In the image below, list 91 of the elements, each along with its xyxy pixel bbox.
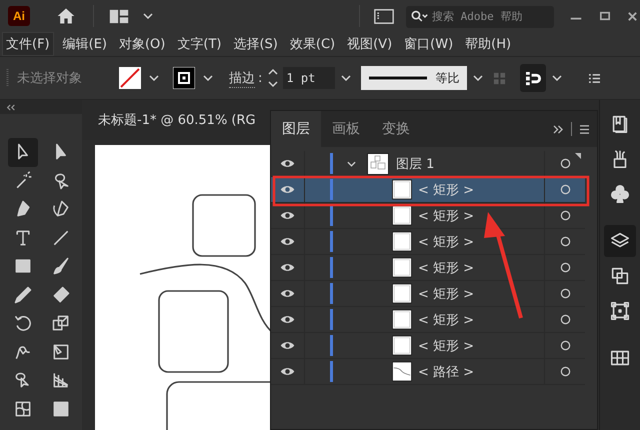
stroke-label-colon: :: [258, 70, 262, 86]
eraser-icon: [51, 284, 71, 305]
chevron-down-icon[interactable]: [143, 13, 153, 19]
chevron-down-icon[interactable]: [149, 75, 159, 81]
eye-icon[interactable]: [280, 211, 295, 220]
menu-icon[interactable]: [579, 124, 590, 134]
home-icon[interactable]: [55, 6, 77, 26]
layer-row[interactable]: < 矩形 >: [271, 177, 585, 203]
layer-row[interactable]: < 矩形 >: [271, 281, 585, 307]
path-thumbnail: [392, 361, 412, 382]
eye-icon[interactable]: [280, 185, 295, 194]
spinner-arrows-icon[interactable]: [267, 66, 280, 90]
rectangle-thumbnail: [392, 309, 412, 330]
target-circle-icon[interactable]: [560, 158, 570, 169]
paintbrush-icon: [51, 256, 71, 276]
rectangle-thumbnail: [392, 257, 412, 278]
maximize-icon[interactable]: [598, 11, 612, 21]
fill-swatch-none[interactable]: [119, 67, 141, 89]
app-logo: Ai: [8, 6, 30, 26]
eye-icon[interactable]: [280, 367, 295, 376]
layer-row[interactable]: < 矩形 >: [271, 333, 585, 359]
free-transform-icon: [51, 342, 71, 362]
target-circle-icon[interactable]: [560, 262, 570, 273]
target-circle-icon[interactable]: [560, 366, 570, 377]
stroke-label[interactable]: 描边: [229, 68, 255, 88]
eye-icon[interactable]: [280, 315, 295, 324]
close-icon[interactable]: [627, 10, 638, 22]
panel-tab[interactable]: 变换: [371, 111, 421, 147]
panel-tab[interactable]: 画板: [321, 111, 371, 147]
club-icon: [609, 183, 631, 205]
stroke-profile-dropdown[interactable]: 等比: [361, 66, 468, 90]
target-circle-icon[interactable]: [560, 340, 570, 351]
menu-item[interactable]: 窗口(W): [401, 33, 456, 55]
selection-status: 未选择对象: [17, 70, 83, 87]
scale-icon: [51, 313, 71, 334]
layer-name[interactable]: 图层 1: [396, 154, 434, 172]
chevron-down-icon[interactable]: [473, 75, 484, 81]
target-circle-icon[interactable]: [560, 314, 570, 325]
menu-item[interactable]: 文字(T): [174, 33, 224, 55]
target-circle-icon[interactable]: [560, 236, 570, 247]
transform-icon: [609, 300, 631, 322]
stroke-line-icon: [369, 76, 428, 80]
overlapping-squares-icon: [609, 265, 631, 287]
eye-icon[interactable]: [280, 237, 295, 246]
layers-panel-button[interactable]: [604, 225, 636, 257]
layer-row[interactable]: < 路径 >: [271, 359, 585, 385]
rectangle-thumbnail: [392, 205, 412, 226]
rectangle-thumbnail: [392, 179, 412, 200]
collapse-icon[interactable]: [6, 104, 16, 110]
eye-icon[interactable]: [280, 289, 295, 298]
menu-item[interactable]: 效果(C): [286, 33, 338, 55]
chevron-down-icon[interactable]: [347, 160, 356, 166]
panel-tab[interactable]: 图层: [271, 111, 321, 147]
search-field[interactable]: 搜索 Adobe 帮助: [406, 6, 554, 28]
chevron-down-icon[interactable]: [552, 75, 562, 81]
stroke-weight-field[interactable]: 1 pt: [283, 67, 336, 89]
chevron-down-icon[interactable]: [341, 75, 352, 81]
layer-row[interactable]: < 矩形 >: [271, 255, 585, 281]
double-chevron-icon[interactable]: [553, 124, 564, 134]
rectangle-thumbnail: [392, 231, 412, 252]
menu-item[interactable]: 编辑(E): [60, 33, 110, 55]
menu-item[interactable]: 视图(V): [344, 33, 396, 55]
gradient-tool-icon: [51, 398, 71, 419]
rotate-icon: [13, 313, 33, 334]
corner-marker-icon: [575, 153, 581, 159]
eye-icon[interactable]: [280, 341, 295, 350]
mesh-tool-icon: [13, 398, 33, 419]
grip-icon[interactable]: [6, 68, 9, 88]
list-menu-icon[interactable]: [588, 72, 602, 84]
menu-item[interactable]: 对象(O): [116, 33, 168, 55]
align-button[interactable]: [520, 64, 546, 92]
rectangle-thumbnail: [392, 283, 412, 304]
workspace-layout-icon[interactable]: [109, 8, 129, 24]
layer-thumbnail: [367, 152, 389, 174]
pencil-icon: [13, 284, 33, 305]
rectangle-thumbnail: [392, 335, 412, 356]
tool-button[interactable]: [8, 138, 38, 166]
menu-item[interactable]: 帮助(H): [462, 33, 514, 55]
stroke-swatch[interactable]: [173, 67, 195, 89]
layer-row[interactable]: < 矩形 >: [271, 307, 585, 333]
target-circle-icon[interactable]: [560, 210, 570, 221]
target-circle-icon[interactable]: [560, 288, 570, 299]
menu-item[interactable]: 文件(F): [2, 32, 54, 56]
eye-icon[interactable]: [280, 263, 295, 272]
document-tab[interactable]: 未标题-1* @ 60.51% (RG: [82, 111, 256, 129]
eye-icon[interactable]: [280, 159, 295, 168]
align-icon: [524, 70, 542, 86]
panel-toggle-icon[interactable]: [374, 8, 394, 24]
menu-item[interactable]: 选择(S): [230, 33, 281, 55]
chevron-down-icon[interactable]: [203, 75, 213, 81]
target-circle-icon[interactable]: [560, 184, 570, 195]
